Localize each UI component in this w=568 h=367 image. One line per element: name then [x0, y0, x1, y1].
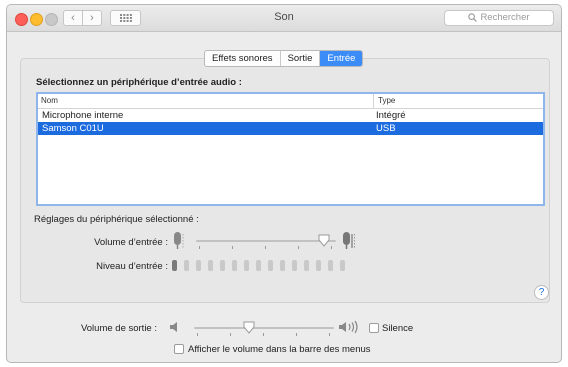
tab-bar: Effets sonores Sortie Entrée: [204, 50, 364, 67]
column-header-type[interactable]: Type: [373, 94, 395, 108]
show-volume-in-menubar-label: Afficher le volume dans la barre des men…: [188, 344, 371, 355]
microphone-high-icon: [343, 232, 355, 249]
speaker-low-icon: [170, 322, 177, 332]
level-bar: [340, 260, 345, 271]
input-level-meter: [172, 260, 372, 271]
level-bar: [232, 260, 237, 271]
help-icon: ?: [538, 287, 545, 298]
device-type: Intégré: [376, 110, 406, 121]
level-bar: [196, 260, 201, 271]
input-volume-thumb[interactable]: [318, 234, 330, 247]
level-bar: [316, 260, 321, 271]
level-bar: [208, 260, 213, 271]
level-bar: [292, 260, 297, 271]
search-icon: [468, 13, 478, 22]
output-volume-slider[interactable]: [194, 320, 334, 336]
search-field[interactable]: Rechercher: [444, 10, 554, 26]
input-volume-label: Volume d’entrée :: [94, 237, 168, 248]
device-name: Samson C01U: [42, 123, 104, 134]
tab-output[interactable]: Sortie: [281, 51, 321, 66]
device-list-heading: Sélectionnez un périphérique d’entrée au…: [36, 77, 242, 88]
system-preferences-window: ‹ › Son Rechercher Effets sonores Sortie…: [6, 4, 562, 363]
output-volume-thumb[interactable]: [243, 321, 255, 334]
device-settings-label: Réglages du périphérique sélectionné :: [34, 214, 199, 225]
tab-input[interactable]: Entrée: [320, 51, 363, 66]
title-bar: ‹ › Son Rechercher: [7, 5, 561, 32]
level-bar: [220, 260, 225, 271]
device-name: Microphone interne: [42, 110, 124, 121]
column-header-name[interactable]: Nom: [41, 96, 58, 105]
level-bar: [172, 260, 177, 271]
table-header: Nom Type: [38, 94, 543, 109]
input-level-label: Niveau d’entrée :: [96, 261, 168, 272]
mute-label: Silence: [382, 323, 414, 334]
level-bar: [244, 260, 249, 271]
table-row-selected[interactable]: Samson C01U USB: [38, 122, 543, 135]
mute-checkbox[interactable]: [369, 323, 379, 333]
device-type: USB: [376, 123, 396, 134]
level-bar: [256, 260, 261, 271]
input-volume-slider[interactable]: [196, 233, 336, 249]
level-bar: [268, 260, 273, 271]
show-volume-in-menubar-checkbox[interactable]: [174, 344, 184, 354]
help-button[interactable]: ?: [534, 285, 549, 300]
output-volume-label: Volume de sortie :: [80, 323, 157, 334]
search-placeholder: Rechercher: [480, 12, 530, 23]
microphone-low-icon: [174, 232, 184, 249]
speaker-high-icon: [339, 320, 358, 334]
level-bar: [184, 260, 189, 271]
tab-sound-effects[interactable]: Effets sonores: [205, 51, 281, 66]
input-device-table[interactable]: Nom Type Microphone interne Intégré Sams…: [36, 92, 545, 206]
level-bar: [328, 260, 333, 271]
level-bar: [304, 260, 309, 271]
level-bar: [280, 260, 285, 271]
table-row[interactable]: Microphone interne Intégré: [38, 109, 543, 122]
